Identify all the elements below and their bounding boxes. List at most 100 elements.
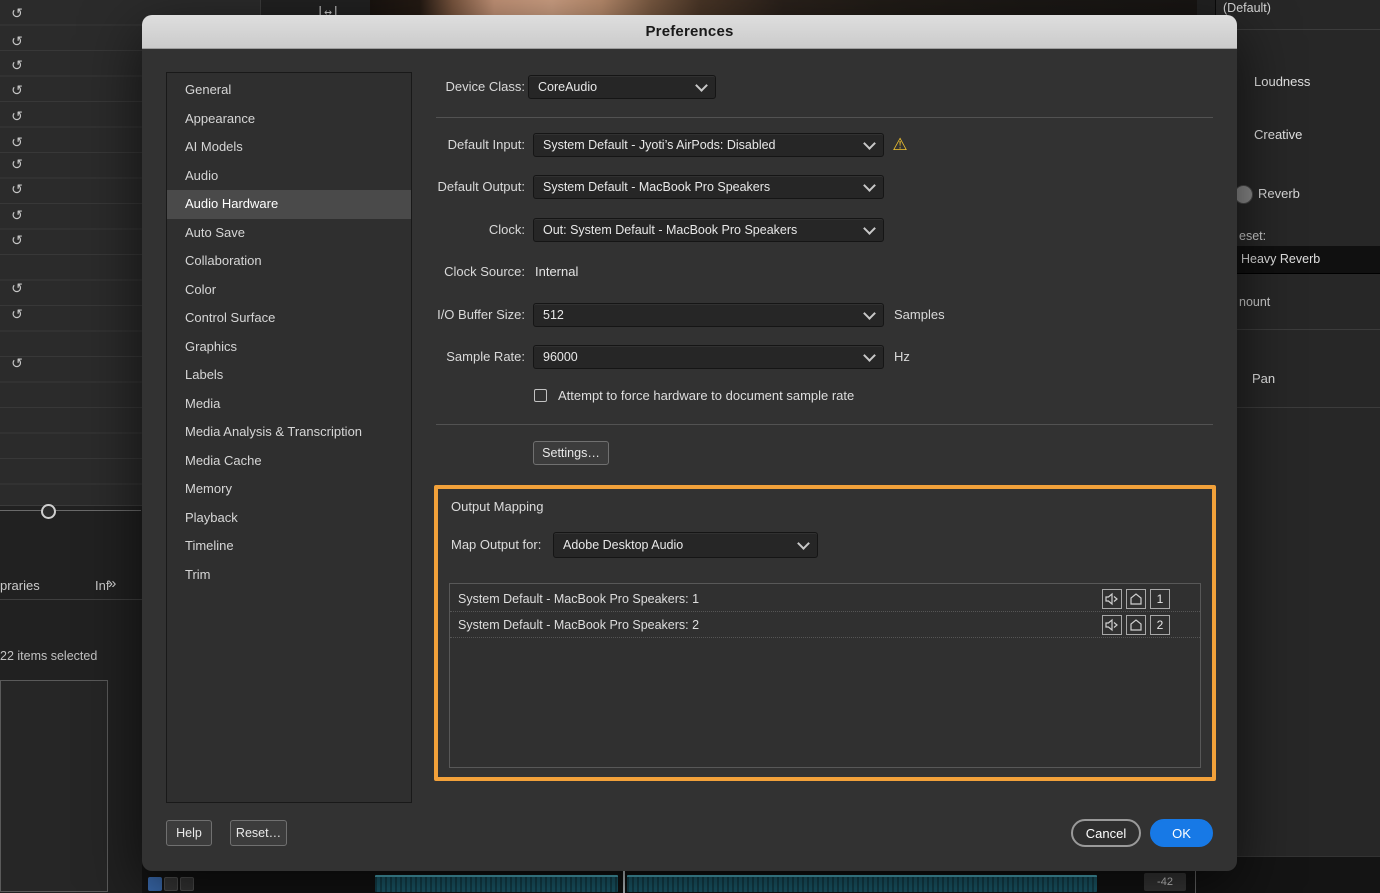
sample-rate-suffix: Hz [894, 345, 910, 369]
toggle-animation-icon[interactable]: ↺ [8, 4, 26, 22]
panel-more-icon[interactable]: » [108, 575, 116, 592]
toggle-animation-icon[interactable]: ↺ [8, 32, 26, 50]
divider [436, 117, 1213, 118]
sidebar-item-audio[interactable]: Audio [167, 162, 411, 191]
pan-section-label[interactable]: Pan [1252, 371, 1275, 386]
settings-button[interactable]: Settings… [533, 441, 609, 465]
tab-libraries[interactable]: praries [0, 578, 40, 593]
loudness-section-label[interactable]: Loudness [1254, 74, 1310, 89]
divider [436, 424, 1213, 425]
toggle-animation-icon[interactable]: ↺ [8, 180, 26, 198]
help-button[interactable]: Help [166, 820, 212, 846]
clock-source-value: Internal [535, 260, 578, 284]
warning-icon: ⚠ [890, 133, 910, 157]
toggle-animation-icon[interactable]: ↺ [8, 279, 26, 297]
channel-shape-icon[interactable] [1126, 615, 1146, 635]
toggle-animation-icon[interactable]: ↺ [8, 305, 26, 323]
force-sample-rate-checkbox[interactable] [534, 389, 547, 402]
reverb-label: Reverb [1258, 186, 1300, 201]
sidebar-item-playback[interactable]: Playback [167, 504, 411, 533]
device-class-label: Device Class: [412, 75, 525, 99]
sidebar-item-general[interactable]: General [167, 76, 411, 105]
toggle-animation-icon[interactable]: ↺ [8, 206, 26, 224]
essential-sound-panel: (Default) Loudness Creative Reverb eset:… [1215, 0, 1380, 892]
preset-dropdown[interactable]: Heavy Reverb [1216, 246, 1380, 274]
device-class-dropdown[interactable]: CoreAudio [528, 75, 716, 99]
zoom-slider-handle[interactable] [41, 504, 56, 519]
default-input-label: Default Input: [412, 133, 525, 157]
track-header-icon[interactable] [164, 877, 178, 891]
channel-number[interactable]: 1 [1150, 589, 1170, 609]
selection-status: 22 items selected [0, 649, 140, 663]
sidebar-item-media-analysis[interactable]: Media Analysis & Transcription [167, 418, 411, 447]
sidebar-item-audio-hardware[interactable]: Audio Hardware [167, 190, 411, 219]
default-input-dropdown[interactable]: System Default - Jyoti’s AirPods: Disabl… [533, 133, 884, 157]
toggle-animation-icon[interactable]: ↺ [8, 107, 26, 125]
sidebar-item-labels[interactable]: Labels [167, 361, 411, 390]
chevron-down-icon [863, 137, 876, 150]
preferences-sidebar: General Appearance AI Models Audio Audio… [166, 72, 412, 803]
map-output-dropdown[interactable]: Adobe Desktop Audio [553, 532, 818, 558]
toggle-animation-icon[interactable]: ↺ [8, 155, 26, 173]
divider [1216, 29, 1380, 30]
chevron-down-icon [695, 79, 708, 92]
zoom-slider-track [0, 510, 141, 511]
sidebar-item-appearance[interactable]: Appearance [167, 105, 411, 134]
channel-number[interactable]: 2 [1150, 615, 1170, 635]
toggle-animation-icon[interactable]: ↺ [8, 81, 26, 99]
audio-clip[interactable] [375, 875, 618, 892]
chevron-down-icon [797, 537, 810, 550]
sidebar-item-control-surface[interactable]: Control Surface [167, 304, 411, 333]
sidebar-item-graphics[interactable]: Graphics [167, 333, 411, 362]
toggle-animation-icon[interactable]: ↺ [8, 56, 26, 74]
sidebar-item-memory[interactable]: Memory [167, 475, 411, 504]
sample-rate-dropdown[interactable]: 96000 [533, 345, 884, 369]
sidebar-item-timeline[interactable]: Timeline [167, 532, 411, 561]
io-buffer-label: I/O Buffer Size: [412, 303, 525, 327]
sidebar-item-collaboration[interactable]: Collaboration [167, 247, 411, 276]
io-buffer-dropdown[interactable]: 512 [533, 303, 884, 327]
speaker-route-icon[interactable] [1102, 615, 1122, 635]
divider [1216, 407, 1380, 408]
force-sample-rate-label: Attempt to force hardware to document sa… [558, 384, 854, 408]
toggle-animation-icon[interactable]: ↺ [8, 231, 26, 249]
audio-meter-value: -42 [1144, 873, 1186, 891]
clock-dropdown[interactable]: Out: System Default - MacBook Pro Speake… [533, 218, 884, 242]
chevron-down-icon [863, 179, 876, 192]
preset-default-label: (Default) [1223, 1, 1271, 15]
divider [1216, 329, 1380, 330]
sample-rate-label: Sample Rate: [412, 345, 525, 369]
output-mapping-row[interactable]: System Default - MacBook Pro Speakers: 1… [450, 586, 1200, 612]
sidebar-item-color[interactable]: Color [167, 276, 411, 305]
clock-source-label: Clock Source: [412, 260, 525, 284]
audio-clip[interactable] [627, 875, 1097, 892]
panel-tab-bar: praries Inf » [0, 575, 142, 600]
speaker-route-icon[interactable] [1102, 589, 1122, 609]
ok-button[interactable]: OK [1150, 819, 1213, 847]
sidebar-item-media-cache[interactable]: Media Cache [167, 447, 411, 476]
preset-label: eset: [1239, 229, 1266, 243]
track-header-icon[interactable] [180, 877, 194, 891]
output-mapping-section: Output Mapping Map Output for: Adobe Des… [434, 485, 1216, 781]
cancel-button[interactable]: Cancel [1071, 819, 1141, 847]
map-output-label: Map Output for: [451, 532, 541, 558]
channel-shape-icon[interactable] [1126, 589, 1146, 609]
chevron-down-icon [863, 222, 876, 235]
project-bin-box [0, 680, 108, 892]
toggle-animation-icon[interactable]: ↺ [8, 354, 26, 372]
default-output-dropdown[interactable]: System Default - MacBook Pro Speakers [533, 175, 884, 199]
creative-section-label[interactable]: Creative [1254, 127, 1302, 142]
sidebar-item-media[interactable]: Media [167, 390, 411, 419]
track-header-icon[interactable] [148, 877, 162, 891]
dialog-title[interactable]: Preferences [142, 15, 1237, 49]
sidebar-item-auto-save[interactable]: Auto Save [167, 219, 411, 248]
sidebar-item-ai-models[interactable]: AI Models [167, 133, 411, 162]
output-mapping-title: Output Mapping [451, 499, 544, 514]
output-mapping-list: System Default - MacBook Pro Speakers: 1… [449, 583, 1201, 768]
sidebar-item-trim[interactable]: Trim [167, 561, 411, 590]
default-output-label: Default Output: [412, 175, 525, 199]
reset-button[interactable]: Reset… [230, 820, 287, 846]
output-mapping-row[interactable]: System Default - MacBook Pro Speakers: 2… [450, 612, 1200, 638]
toggle-animation-icon[interactable]: ↺ [8, 133, 26, 151]
preferences-dialog: Preferences General Appearance AI Models… [142, 15, 1237, 871]
